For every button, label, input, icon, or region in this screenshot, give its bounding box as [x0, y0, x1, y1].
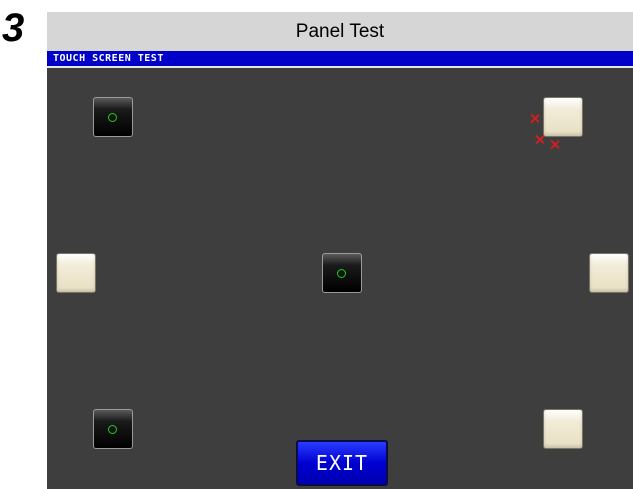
- miss-x-icon: [535, 135, 544, 144]
- miss-x-icon: [530, 114, 539, 123]
- miss-x-icon: [550, 140, 559, 149]
- exit-button[interactable]: EXIT: [296, 440, 388, 486]
- touch-target-bottom-left[interactable]: [93, 409, 133, 449]
- ok-circle-icon: [337, 269, 346, 278]
- touch-target-center[interactable]: [322, 253, 362, 293]
- touch-test-screen: TOUCH SCREEN TEST EXIT: [47, 51, 633, 489]
- touch-target-bottom-right[interactable]: [543, 409, 583, 449]
- screen-header-label: TOUCH SCREEN TEST: [53, 53, 164, 64]
- touch-target-top-left[interactable]: [93, 97, 133, 137]
- page-title: Panel Test: [47, 12, 633, 51]
- touch-target-top-right[interactable]: [543, 97, 583, 137]
- screen-header: TOUCH SCREEN TEST: [47, 51, 633, 68]
- touch-target-middle-left[interactable]: [56, 253, 96, 293]
- touch-target-middle-right[interactable]: [589, 253, 629, 293]
- step-number: 3: [2, 6, 25, 50]
- ok-circle-icon: [108, 113, 117, 122]
- ok-circle-icon: [108, 425, 117, 434]
